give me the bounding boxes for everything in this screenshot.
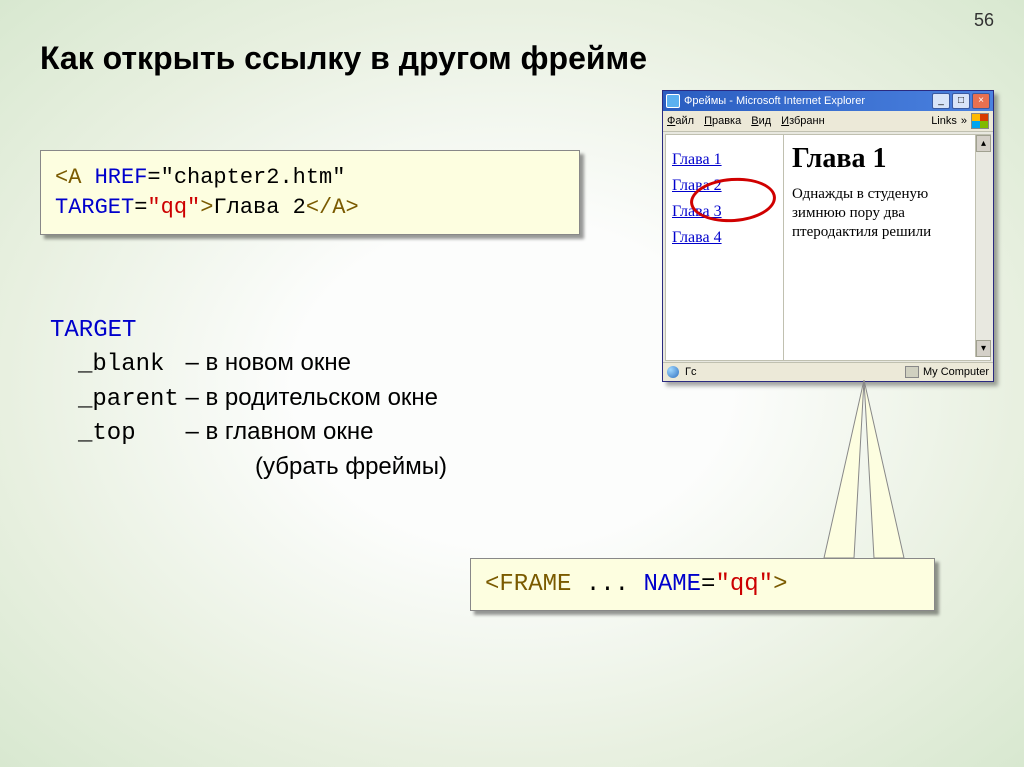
browser-title: Фреймы - Microsoft Internet Explorer — [684, 95, 865, 107]
target-row-top: _top – в главном окне — [78, 416, 447, 450]
menu-file[interactable]: ФФайлайл — [667, 115, 694, 127]
code-frag: < — [485, 571, 499, 598]
callout-arrow — [784, 380, 944, 560]
target-desc: – в главном окне — [179, 418, 374, 445]
target-desc: – в родительском окне — [179, 384, 438, 411]
code-frag — [81, 165, 94, 190]
browser-statusbar: Гс My Computer — [663, 362, 993, 381]
nav-link-3[interactable]: Глава 3 — [672, 203, 777, 221]
browser-titlebar: Фреймы - Microsoft Internet Explorer _ □… — [663, 91, 993, 111]
target-keyword: TARGET — [50, 315, 447, 347]
nav-link-2[interactable]: Глава 2 — [672, 177, 777, 195]
code-frag: > — [200, 195, 213, 220]
page-number: 56 — [974, 10, 994, 31]
ie-icon — [666, 94, 680, 108]
menu-view[interactable]: Вид — [751, 115, 771, 127]
status-left: Гс — [685, 366, 696, 378]
target-kw: _parent — [78, 386, 179, 413]
menu-fav[interactable]: Избранн — [781, 115, 825, 127]
code-tag-frame: FRAME — [499, 571, 571, 598]
status-right: My Computer — [923, 366, 989, 378]
code-frag: = — [701, 571, 715, 598]
code-attr-href: HREF — [95, 165, 148, 190]
code-frag: = — [134, 195, 147, 220]
target-kw: _blank — [78, 351, 179, 378]
code-val-href: "chapter2.htm" — [161, 165, 346, 190]
target-row-extra: (убрать фреймы) — [255, 451, 447, 483]
scrollbar[interactable]: ▴ ▾ — [975, 135, 991, 357]
nav-link-1[interactable]: Глава 1 — [672, 151, 777, 169]
target-desc: – в новом окне — [179, 349, 351, 376]
computer-icon — [905, 366, 919, 378]
code-example-frame: <FRAME ... NAME="qq"> — [470, 558, 935, 611]
code-frag: > — [345, 195, 358, 220]
windows-flag-icon — [971, 113, 989, 129]
content-heading: Глава 1 — [792, 143, 982, 175]
close-button[interactable]: × — [972, 93, 990, 109]
frame-nav: Глава 1 Глава 2 Глава 3 Глава 4 — [666, 135, 784, 360]
menu-links[interactable]: Links — [931, 115, 957, 127]
target-row-parent: _parent – в родительском окне — [78, 382, 447, 416]
code-frag: = — [147, 165, 160, 190]
target-values-list: TARGET _blank – в новом окне _parent – в… — [50, 315, 447, 483]
browser-content: Глава 1 Глава 2 Глава 3 Глава 4 Глава 1 … — [665, 134, 991, 361]
scroll-up-icon[interactable]: ▴ — [976, 135, 991, 152]
code-attr-name: NAME — [643, 571, 701, 598]
minimize-button[interactable]: _ — [932, 93, 950, 109]
code-frag: < — [55, 165, 68, 190]
frame-main: Глава 1 Однажды в студеную зимнюю пору д… — [784, 135, 990, 360]
code-frag: > — [773, 571, 787, 598]
code-example-anchor: <A HREF="chapter2.htm" TARGET="qq">Глава… — [40, 150, 580, 235]
target-extra: (убрать фреймы) — [255, 453, 447, 480]
browser-mock: Фреймы - Microsoft Internet Explorer _ □… — [662, 90, 994, 382]
content-paragraph: Однажды в студеную зимнюю пору два птеро… — [792, 185, 982, 241]
chevron-right-icon[interactable]: » — [961, 115, 967, 127]
slide-title: Как открыть ссылку в другом фрейме — [40, 40, 647, 77]
scroll-down-icon[interactable]: ▾ — [976, 340, 991, 357]
code-val-name: "qq" — [715, 571, 773, 598]
maximize-button[interactable]: □ — [952, 93, 970, 109]
target-row-blank: _blank – в новом окне — [78, 347, 447, 381]
code-dots: ... — [571, 571, 643, 598]
code-tag-a: A — [68, 165, 81, 190]
code-tag-a-close: A — [332, 195, 345, 220]
code-linktext: Глава 2 — [213, 195, 305, 220]
target-kw: _top — [78, 420, 179, 447]
browser-menubar: ФФайлайл Правка Вид Избранн Links » — [663, 111, 993, 132]
nav-link-4[interactable]: Глава 4 — [672, 229, 777, 247]
globe-icon — [667, 366, 679, 378]
code-frag: </ — [306, 195, 332, 220]
code-attr-target: TARGET — [55, 195, 134, 220]
code-val-target: "qq" — [147, 195, 200, 220]
menu-edit[interactable]: Правка — [704, 115, 741, 127]
